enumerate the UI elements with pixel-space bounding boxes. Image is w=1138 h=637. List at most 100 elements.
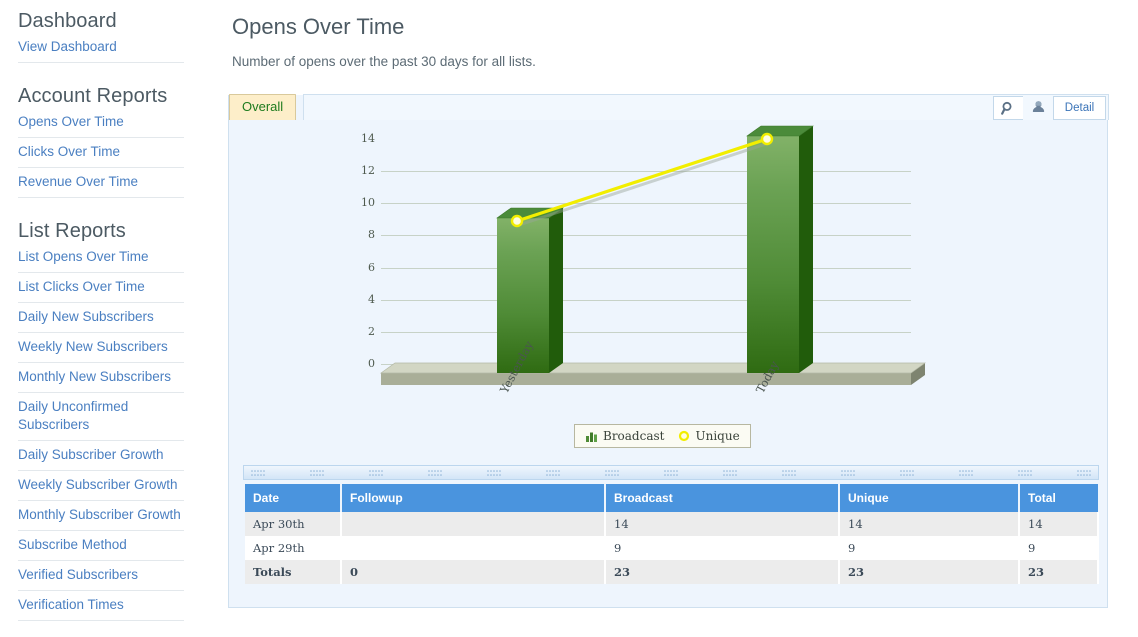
sidebar-link-verified-subscribers[interactable]: Verified Subscribers [18, 561, 184, 590]
main-content: Opens Over Time Number of opens over the… [228, 0, 1138, 637]
sidebar-link-monthly-subscriber-growth[interactable]: Monthly Subscriber Growth [18, 501, 184, 530]
gridline-8 [381, 235, 911, 237]
sidebar-link-clicks-over-time[interactable]: Clicks Over Time [18, 138, 184, 167]
tab-overall[interactable]: Overall [229, 94, 297, 120]
sidebar-link-daily-subscriber-growth[interactable]: Daily Subscriber Growth [18, 441, 184, 470]
grip-dots-icon [428, 469, 442, 476]
grip-dots-icon [546, 469, 560, 476]
table-header-row: Date Followup Broadcast Unique Total [245, 484, 1098, 512]
bar-today[interactable] [746, 125, 814, 373]
sidebar-group-dashboard: View Dashboard [0, 33, 212, 63]
page-title: Opens Over Time [232, 14, 405, 39]
sidebar-item-subscribe-method[interactable]: Subscribe Method [18, 531, 184, 561]
sidebar-item-list-opens-over-time[interactable]: List Opens Over Time [18, 243, 184, 273]
table-resize-grip[interactable] [243, 465, 1099, 480]
sidebar-link-daily-unconfirmed-subscribers[interactable]: Daily Unconfirmed Subscribers [18, 393, 184, 440]
sidebar-item-list-clicks-over-time[interactable]: List Clicks Over Time [18, 273, 184, 303]
magnifier-icon [1001, 101, 1012, 115]
gridline-0 [381, 364, 911, 365]
ytick-6: 6 [368, 260, 375, 274]
data-table-wrapper: Date Followup Broadcast Unique Total Apr… [245, 484, 1099, 584]
sidebar-item-daily-new-subscribers[interactable]: Daily New Subscribers [18, 303, 184, 333]
col-header-unique[interactable]: Unique [839, 484, 1020, 512]
cell-broadcast: 23 [605, 560, 840, 584]
person-icon [1032, 101, 1044, 112]
gridline-10 [381, 203, 911, 205]
table-row-totals: Totals 0 23 23 23 [245, 560, 1099, 584]
cell-total: 9 [1019, 536, 1099, 560]
sidebar-item-monthly-new-subscribers[interactable]: Monthly New Subscribers [18, 363, 184, 393]
sidebar-link-list-clicks-over-time[interactable]: List Clicks Over Time [18, 273, 184, 302]
grip-dots-icon [723, 469, 737, 476]
grip-dots-icon [841, 469, 855, 476]
grip-dots-icon [1018, 469, 1032, 476]
cell-broadcast: 14 [605, 512, 840, 536]
sidebar-item-clicks-over-time[interactable]: Clicks Over Time [18, 138, 184, 168]
tabbar-background: Detail [303, 94, 1109, 120]
gridline-4 [381, 299, 911, 301]
sidebar-link-weekly-subscriber-growth[interactable]: Weekly Subscriber Growth [18, 471, 184, 500]
sidebar-group-account-reports: Opens Over Time Clicks Over Time Revenue… [0, 108, 212, 198]
ytick-14: 14 [361, 132, 375, 145]
table-row[interactable]: Apr 29th 9 9 9 [245, 536, 1099, 560]
grip-dots-icon [487, 469, 501, 476]
sidebar-item-daily-subscriber-growth[interactable]: Daily Subscriber Growth [18, 441, 184, 471]
ytick-12: 12 [361, 164, 375, 178]
cell-followup [341, 536, 606, 560]
detail-button[interactable]: Detail [1053, 96, 1106, 120]
sidebar-item-daily-unconfirmed-subscribers[interactable]: Daily Unconfirmed Subscribers [18, 393, 184, 441]
gridline-6 [381, 267, 911, 269]
cell-broadcast: 9 [605, 536, 840, 560]
sidebar-item-weekly-subscriber-growth[interactable]: Weekly Subscriber Growth [18, 471, 184, 501]
user-button[interactable] [1023, 96, 1053, 120]
grip-dots-icon [782, 469, 796, 476]
magnifier-button[interactable] [993, 96, 1023, 120]
col-header-total[interactable]: Total [1019, 484, 1098, 512]
cell-date: Apr 30th [245, 512, 342, 536]
cell-date: Apr 29th [245, 536, 342, 560]
col-header-broadcast[interactable]: Broadcast [605, 484, 840, 512]
sidebar-link-list-opens-over-time[interactable]: List Opens Over Time [18, 243, 184, 272]
sidebar-heading-dashboard: Dashboard [18, 10, 117, 32]
sidebar-heading-account-reports: Account Reports [18, 85, 168, 107]
sidebar-link-revenue-over-time[interactable]: Revenue Over Time [18, 168, 184, 197]
chart-toolbar: Detail [993, 96, 1106, 120]
sidebar-item-monthly-subscriber-growth[interactable]: Monthly Subscriber Growth [18, 501, 184, 531]
bar-yesterday-3d [496, 207, 564, 373]
sidebar-item-weekly-new-subscribers[interactable]: Weekly New Subscribers [18, 333, 184, 363]
sidebar-item-verification-times[interactable]: Verification Times [18, 591, 184, 621]
chart-tabbar: Detail Overall [229, 94, 1109, 121]
sidebar-link-opens-over-time[interactable]: Opens Over Time [18, 108, 184, 137]
data-table: Date Followup Broadcast Unique Total Apr… [245, 484, 1099, 584]
grip-dots-icon [369, 469, 383, 476]
sidebar-link-verification-times[interactable]: Verification Times [18, 591, 184, 620]
cell-unique: 14 [839, 512, 1020, 536]
sidebar: Dashboard View Dashboard Account Reports… [0, 0, 212, 637]
sidebar-link-subscribe-method[interactable]: Subscribe Method [18, 531, 184, 560]
legend-item-broadcast: Broadcast [585, 430, 664, 443]
chart-area: 0 2 4 6 8 10 12 14 Yesterday Today [229, 121, 1109, 461]
page-subtitle: Number of opens over the past 30 days fo… [232, 54, 536, 69]
sidebar-item-revenue-over-time[interactable]: Revenue Over Time [18, 168, 184, 198]
bar-chart-icon [586, 432, 597, 442]
grip-dots-icon [605, 469, 619, 476]
sidebar-link-weekly-new-subscribers[interactable]: Weekly New Subscribers [18, 333, 184, 362]
cell-date: Totals [245, 560, 342, 584]
legend-label-broadcast: Broadcast [603, 429, 665, 443]
sidebar-item-view-dashboard[interactable]: View Dashboard [18, 33, 184, 63]
col-header-date[interactable]: Date [245, 484, 342, 512]
sidebar-link-monthly-new-subscribers[interactable]: Monthly New Subscribers [18, 363, 184, 392]
ytick-0: 0 [368, 357, 375, 370]
table-row[interactable]: Apr 30th 14 14 14 [245, 512, 1099, 536]
grip-dots-icon [251, 469, 265, 476]
sidebar-item-opens-over-time[interactable]: Opens Over Time [18, 108, 184, 138]
sidebar-heading-list-reports: List Reports [18, 220, 126, 242]
col-header-followup[interactable]: Followup [341, 484, 606, 512]
sidebar-item-verified-subscribers[interactable]: Verified Subscribers [18, 561, 184, 591]
sidebar-link-daily-new-subscribers[interactable]: Daily New Subscribers [18, 303, 184, 332]
cell-unique: 23 [839, 560, 1020, 584]
ytick-4: 4 [368, 292, 375, 306]
sidebar-link-view-dashboard[interactable]: View Dashboard [18, 33, 184, 62]
